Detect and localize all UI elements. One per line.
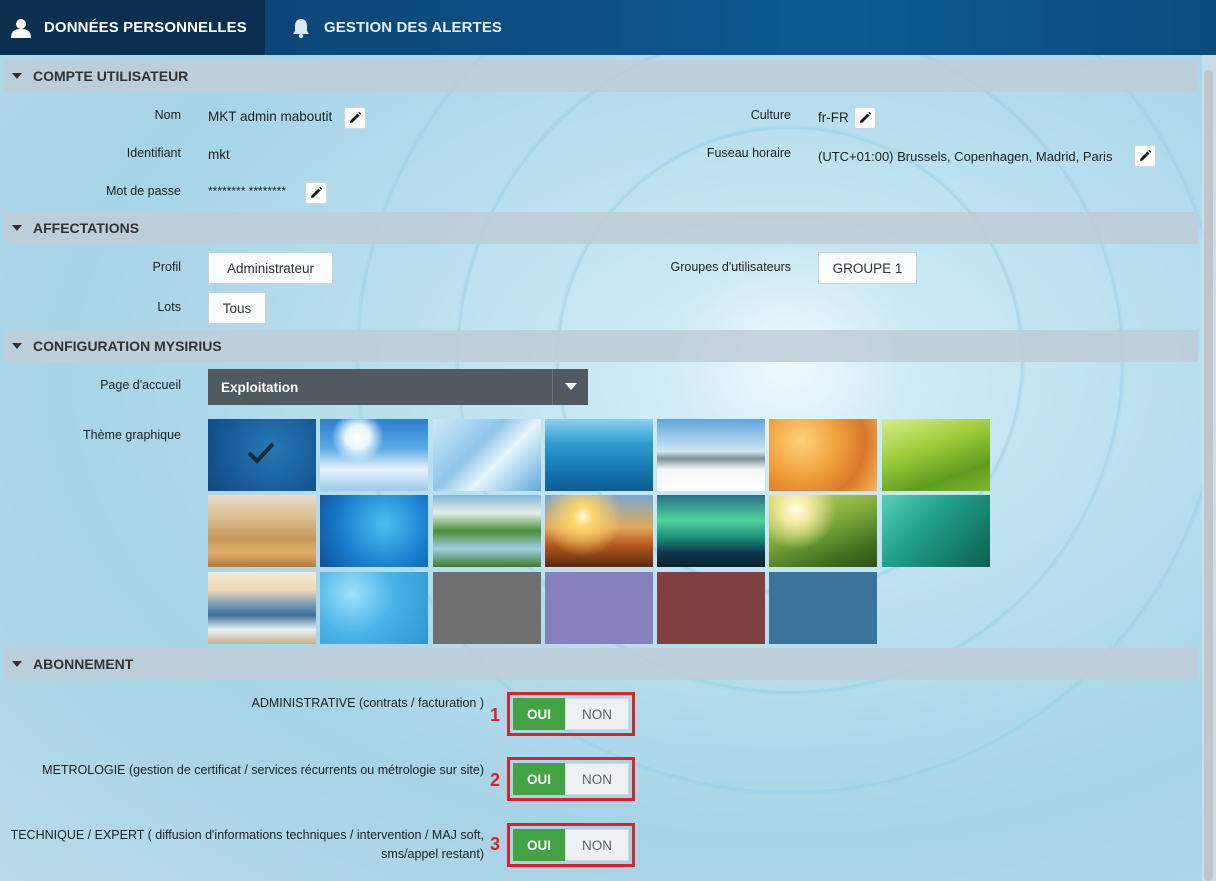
section-affectations[interactable]: AFFECTATIONS bbox=[4, 212, 1198, 244]
theme-tile-aurora[interactable] bbox=[657, 495, 765, 567]
theme-tile-ice[interactable] bbox=[433, 419, 541, 491]
non-option[interactable]: NON bbox=[565, 698, 629, 730]
tab-label: DONNÉES PERSONNELLES bbox=[44, 19, 247, 36]
page-accueil-select[interactable]: Exploitation bbox=[208, 369, 588, 405]
oui-option[interactable]: OUI bbox=[513, 829, 565, 861]
theme-tile-grass[interactable] bbox=[882, 419, 990, 491]
checkmark-icon bbox=[247, 442, 275, 464]
administrative-toggle[interactable]: OUI NON bbox=[513, 698, 629, 730]
edit-password-button[interactable] bbox=[305, 182, 327, 204]
theme-tile-blue-texture[interactable] bbox=[320, 572, 428, 644]
theme-tile-solid-burgundy[interactable] bbox=[657, 572, 765, 644]
edit-culture-button[interactable] bbox=[854, 107, 876, 129]
groupe-chip[interactable]: GROUPE 1 bbox=[818, 252, 917, 284]
user-icon bbox=[8, 15, 34, 41]
non-option[interactable]: NON bbox=[565, 829, 629, 861]
identifiant-value: mkt bbox=[208, 147, 230, 162]
section-abonnement[interactable]: ABONNEMENT bbox=[4, 648, 1198, 680]
top-tab-bar: DONNÉES PERSONNELLES GESTION DES ALERTES bbox=[0, 0, 1216, 55]
identifiant-label: Identifiant bbox=[126, 146, 181, 160]
lots-label: Lots bbox=[157, 300, 181, 314]
lots-chip[interactable]: Tous bbox=[208, 292, 266, 324]
theme-tile-snow-landscape[interactable] bbox=[657, 419, 765, 491]
bell-icon bbox=[288, 15, 314, 41]
theme-label: Thème graphique bbox=[83, 428, 181, 442]
abonnement-metrologie-label: METROLOGIE (gestion de certificat / serv… bbox=[42, 763, 484, 777]
profil-label: Profil bbox=[152, 260, 181, 274]
tab-gestion-alertes[interactable]: GESTION DES ALERTES bbox=[266, 0, 502, 55]
fuseau-label: Fuseau horaire bbox=[706, 146, 791, 160]
theme-tile-solid-lavender[interactable] bbox=[545, 572, 653, 644]
label-line: TECHNIQUE / EXPERT ( diffusion d'informa… bbox=[10, 828, 484, 842]
tab-label: GESTION DES ALERTES bbox=[324, 19, 503, 36]
mot-de-passe-label: Mot de passe bbox=[105, 184, 181, 198]
pencil-icon bbox=[1140, 149, 1152, 161]
mot-de-passe-value: ******** ******** bbox=[208, 184, 287, 198]
culture-label: Culture bbox=[750, 108, 791, 122]
section-compte-utilisateur[interactable]: COMPTE UTILISATEUR bbox=[4, 60, 1198, 92]
select-value: Exploitation bbox=[221, 379, 299, 395]
culture-value: fr-FR bbox=[818, 110, 849, 125]
annotation-number: 3 bbox=[490, 834, 501, 854]
highlight-frame: OUI NON bbox=[507, 757, 635, 801]
section-title: AFFECTATIONS bbox=[33, 220, 140, 236]
highlight-frame: OUI NON bbox=[507, 692, 635, 736]
annotation-number: 1 bbox=[490, 705, 501, 725]
theme-tile-desert-dunes[interactable] bbox=[208, 495, 316, 567]
theme-tile-water-drops[interactable] bbox=[882, 495, 990, 567]
abonnement-administrative-label: ADMINISTRATIVE (contrats / facturation ) bbox=[251, 696, 484, 710]
theme-tile-blue-plexus[interactable] bbox=[320, 495, 428, 567]
theme-tile-solid-grey[interactable] bbox=[433, 572, 541, 644]
section-title: ABONNEMENT bbox=[33, 656, 134, 672]
oui-option[interactable]: OUI bbox=[513, 763, 565, 795]
theme-tile-blue-abstract[interactable] bbox=[208, 419, 316, 491]
section-title: CONFIGURATION MYSIRIUS bbox=[33, 338, 222, 354]
scrollbar-thumb[interactable] bbox=[1204, 70, 1213, 881]
pencil-icon bbox=[350, 111, 362, 123]
technique-toggle[interactable]: OUI NON bbox=[513, 829, 629, 861]
non-option[interactable]: NON bbox=[565, 763, 629, 795]
theme-tile-sunset[interactable] bbox=[545, 495, 653, 567]
page-accueil-label: Page d'accueil bbox=[100, 378, 181, 392]
nom-value: MKT admin maboutit bbox=[208, 109, 333, 124]
theme-tile-green-valley[interactable] bbox=[433, 495, 541, 567]
theme-tile-sky-clouds[interactable] bbox=[320, 419, 428, 491]
collapse-caret-icon bbox=[12, 73, 22, 79]
metrologie-toggle[interactable]: OUI NON bbox=[513, 763, 629, 795]
edit-fuseau-button[interactable] bbox=[1134, 145, 1156, 167]
theme-tile-autumn-leaves[interactable] bbox=[769, 419, 877, 491]
theme-tile-mountain-mist[interactable] bbox=[208, 572, 316, 644]
groupes-label: Groupes d'utilisateurs bbox=[670, 260, 791, 274]
edit-nom-button[interactable] bbox=[344, 107, 366, 129]
section-configuration[interactable]: CONFIGURATION MYSIRIUS bbox=[4, 330, 1198, 362]
oui-option[interactable]: OUI bbox=[513, 698, 565, 730]
tab-donnees-personnelles[interactable]: DONNÉES PERSONNELLES bbox=[0, 0, 265, 55]
theme-tile-underwater[interactable] bbox=[545, 419, 653, 491]
annotation-number: 2 bbox=[490, 770, 501, 790]
profil-chip[interactable]: Administrateur bbox=[208, 252, 333, 284]
pencil-icon bbox=[311, 186, 323, 198]
label-line: sms/appel restant) bbox=[381, 847, 484, 861]
abonnement-technique-label: TECHNIQUE / EXPERT ( diffusion d'informa… bbox=[0, 826, 484, 864]
theme-tile-sprout[interactable] bbox=[769, 495, 877, 567]
fuseau-value: (UTC+01:00) Brussels, Copenhagen, Madrid… bbox=[818, 149, 1113, 164]
section-title: COMPTE UTILISATEUR bbox=[33, 68, 189, 84]
chevron-down-icon[interactable] bbox=[552, 369, 588, 405]
theme-tile-solid-steel-blue[interactable] bbox=[769, 572, 877, 644]
collapse-caret-icon bbox=[12, 661, 22, 667]
nom-label: Nom bbox=[154, 108, 181, 122]
collapse-caret-icon bbox=[12, 225, 22, 231]
collapse-caret-icon bbox=[12, 343, 22, 349]
pencil-icon bbox=[860, 111, 872, 123]
highlight-frame: OUI NON bbox=[507, 823, 635, 867]
